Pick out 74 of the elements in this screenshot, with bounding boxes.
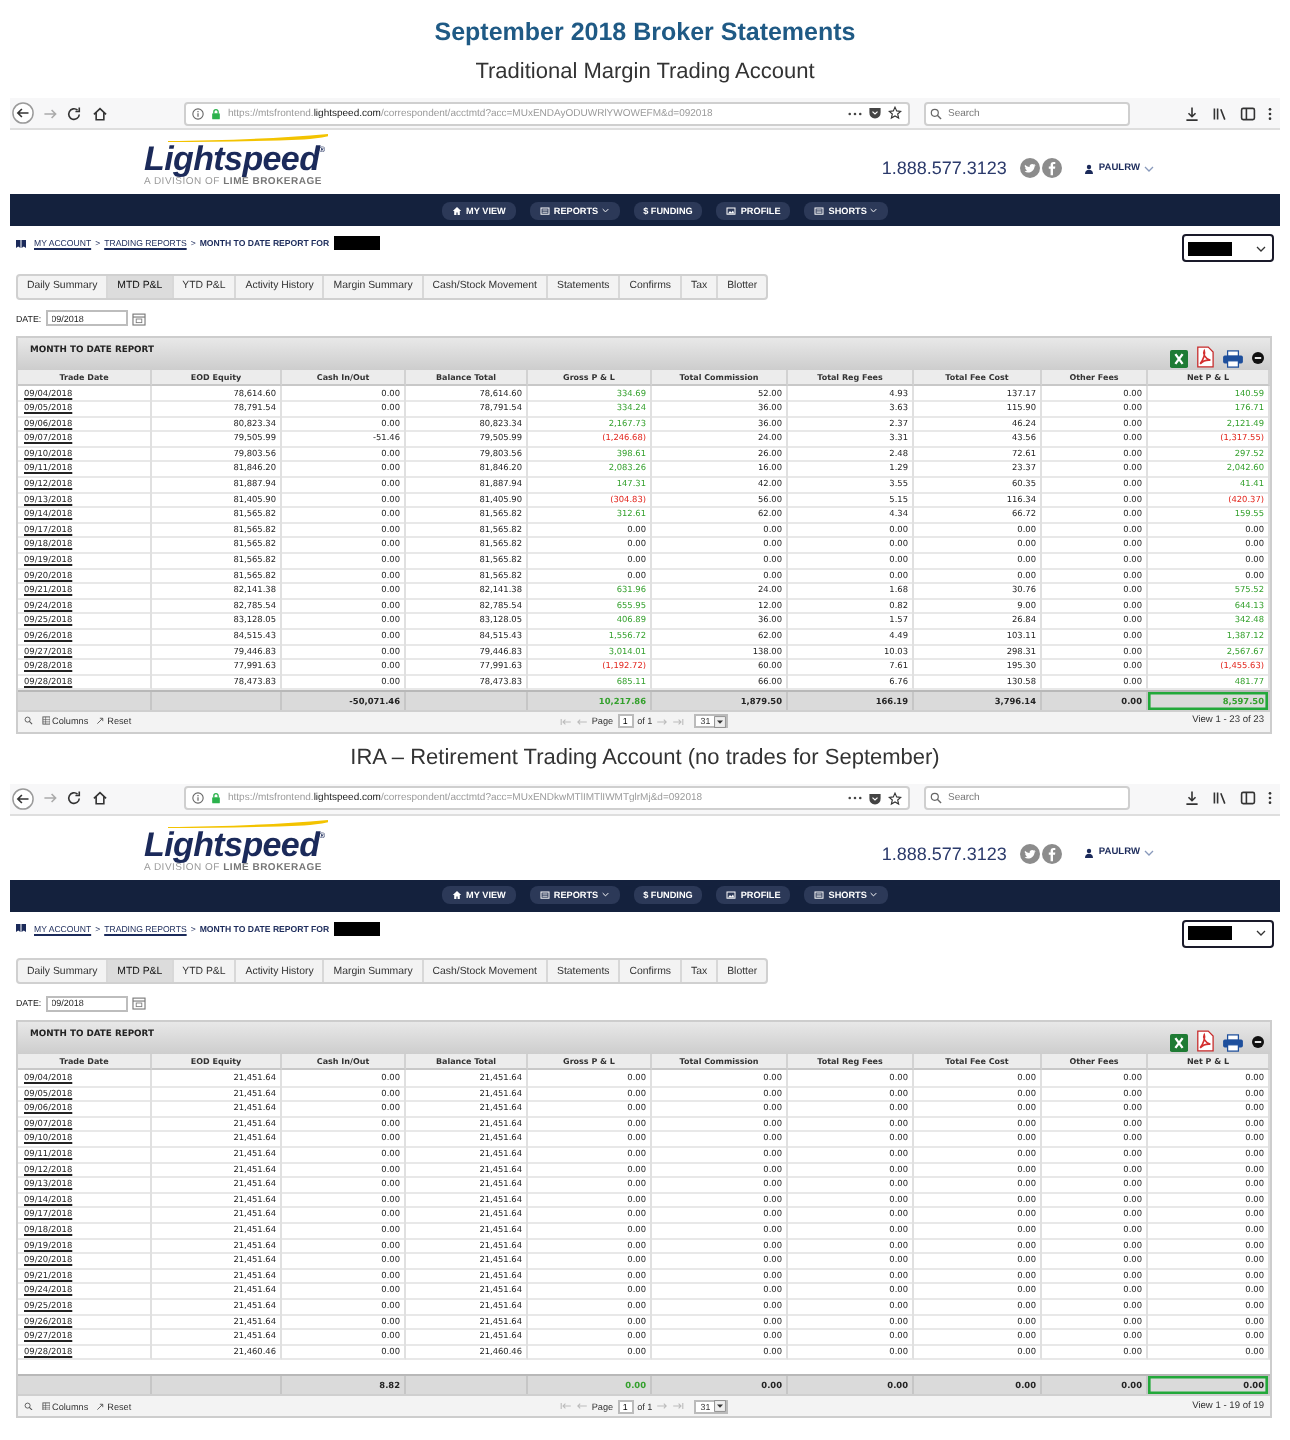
calendar-icon[interactable] <box>131 996 146 1010</box>
user-icon <box>1084 163 1095 173</box>
library-icon[interactable] <box>1212 105 1228 121</box>
redaction-block <box>1188 241 1232 255</box>
search-icon[interactable] <box>24 1401 33 1411</box>
document-icon <box>539 205 550 215</box>
account-dropdown[interactable] <box>1182 919 1274 947</box>
sidebar-icon[interactable] <box>1240 790 1256 806</box>
document-icon <box>539 890 550 900</box>
home-icon[interactable] <box>92 790 108 806</box>
phone-number: 1.888.577.3123 <box>881 158 1007 178</box>
search-icon <box>930 792 942 804</box>
lock-icon <box>210 792 222 804</box>
download-icon[interactable] <box>1184 105 1200 121</box>
download-icon[interactable] <box>1184 790 1200 806</box>
shield-icon[interactable] <box>868 791 882 805</box>
printer-icon[interactable] <box>1222 349 1244 367</box>
back-icon[interactable] <box>12 102 34 124</box>
back-icon[interactable] <box>12 787 34 809</box>
spreadsheet-icon[interactable] <box>1170 349 1188 367</box>
book-icon <box>16 924 26 932</box>
caret-icon <box>870 207 878 213</box>
caret-icon <box>870 892 878 898</box>
home-icon <box>452 205 463 215</box>
library-icon[interactable] <box>1212 790 1228 806</box>
star-icon[interactable] <box>888 106 902 120</box>
reload-icon[interactable] <box>66 790 82 806</box>
redaction-block <box>333 236 380 250</box>
info-icon[interactable] <box>192 107 204 119</box>
account-dropdown[interactable] <box>1182 234 1274 262</box>
columns-icon <box>41 716 50 726</box>
lock-icon <box>210 107 222 119</box>
redaction-block <box>333 921 380 935</box>
caret-icon <box>1256 245 1266 251</box>
list-icon <box>814 890 825 900</box>
info-icon[interactable] <box>192 792 204 804</box>
caret-icon <box>602 207 610 213</box>
collapse-icon[interactable] <box>1252 351 1264 363</box>
swoosh-icon <box>168 134 328 142</box>
book-icon <box>16 239 26 247</box>
arrow-icon <box>96 716 106 726</box>
pdf-icon[interactable] <box>1196 1030 1214 1052</box>
phone-number: 1.888.577.3123 <box>881 843 1007 863</box>
shield-icon[interactable] <box>868 106 882 120</box>
search-icon <box>930 107 942 119</box>
search-icon[interactable] <box>24 716 33 726</box>
facebook-icon[interactable] <box>1042 843 1063 863</box>
user-icon <box>1084 848 1095 858</box>
sidebar-icon[interactable] <box>1240 105 1256 121</box>
caret-icon <box>1144 850 1154 856</box>
caret-icon <box>1256 930 1266 936</box>
twitter-icon[interactable] <box>1020 158 1041 178</box>
facebook-icon[interactable] <box>1042 158 1063 178</box>
calendar-icon[interactable] <box>131 311 146 325</box>
section-subtitle: IRA – Retirement Trading Account (no trades for September) <box>348 743 942 771</box>
image-icon <box>726 205 737 215</box>
columns-icon <box>41 1401 50 1411</box>
spreadsheet-icon[interactable] <box>1170 1034 1188 1052</box>
pdf-icon[interactable] <box>1196 345 1214 367</box>
redaction-block <box>1188 926 1232 940</box>
home-icon <box>452 890 463 900</box>
page-title: September 2018 Broker Statements <box>432 16 858 48</box>
section-subtitle: Traditional Margin Trading Account <box>473 58 817 86</box>
printer-icon[interactable] <box>1222 1034 1244 1052</box>
collapse-icon[interactable] <box>1252 1036 1264 1048</box>
reload-icon[interactable] <box>66 105 82 121</box>
twitter-icon[interactable] <box>1020 843 1041 863</box>
star-icon[interactable] <box>888 791 902 805</box>
list-icon <box>814 205 825 215</box>
image-icon <box>726 890 737 900</box>
caret-icon <box>602 892 610 898</box>
home-icon[interactable] <box>92 105 108 121</box>
arrow-icon <box>96 1401 106 1411</box>
caret-icon <box>1144 165 1154 171</box>
